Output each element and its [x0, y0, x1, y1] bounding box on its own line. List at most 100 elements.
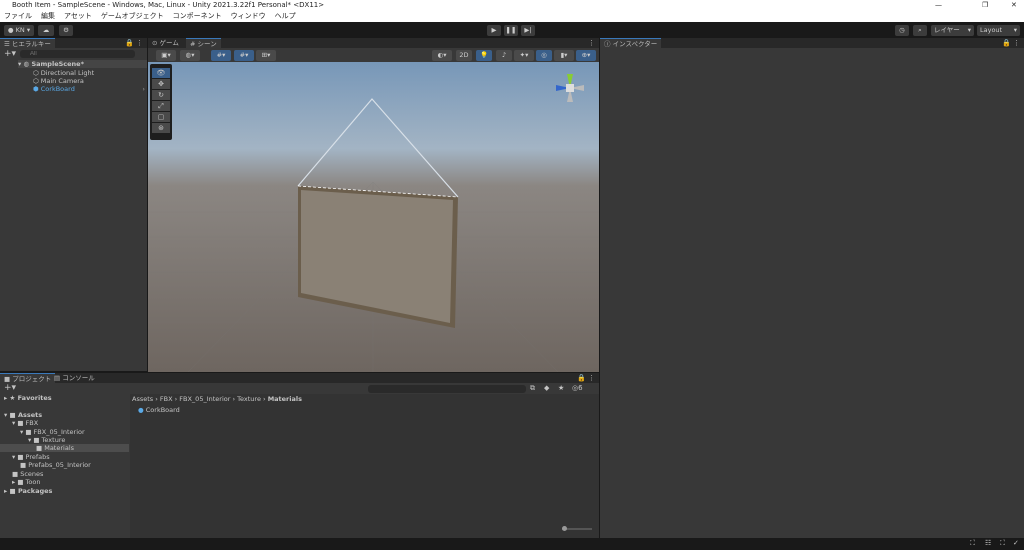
more-menu-icon[interactable]: 🔒 ⋮: [577, 374, 595, 382]
breadcrumb-item[interactable]: Texture: [237, 395, 261, 403]
prefab-icon: ⬢: [33, 85, 39, 93]
tab-scene-label: シーン: [197, 40, 217, 48]
search-icon[interactable]: ⌕: [913, 25, 927, 36]
breadcrumb-current[interactable]: Materials: [268, 395, 302, 403]
align-dropdown[interactable]: ⊞▾: [256, 50, 276, 61]
orientation-gizmo[interactable]: [548, 68, 592, 108]
tree-item[interactable]: ▾ ■ FBX_05_Interior: [20, 428, 85, 436]
layers-dropdown[interactable]: レイヤー ▾: [931, 25, 974, 36]
grid-snap-dropdown[interactable]: #▾: [211, 50, 231, 61]
breadcrumb-item[interactable]: FBX_05_Interior: [179, 395, 230, 403]
auto-generate-lighting-icon[interactable]: ⛶: [970, 539, 975, 548]
transform-tool-icon[interactable]: ⊛: [152, 123, 170, 133]
tree-item[interactable]: ▸ ■ Toon: [12, 478, 41, 486]
collab-gear-icon[interactable]: ⚙: [59, 25, 73, 36]
hidden-objects-icon[interactable]: ◎: [536, 50, 552, 61]
create-icon[interactable]: +▾: [4, 383, 16, 393]
scene-viewport[interactable]: 👁 ✥ ↻ ⤢ ▢ ⊛: [148, 62, 599, 372]
lighting-toggle-icon[interactable]: 💡: [476, 50, 492, 61]
menu-component[interactable]: コンポーネント: [173, 11, 222, 22]
step-button[interactable]: ▶|: [521, 25, 535, 36]
menu-help[interactable]: ヘルプ: [275, 11, 296, 22]
asset-item[interactable]: ● CorkBoard: [138, 406, 180, 414]
hierarchy-search-input[interactable]: [20, 50, 135, 58]
breadcrumb: Assets › FBX › FBX_05_Interior › Texture…: [132, 395, 302, 403]
history-icon[interactable]: ◷: [895, 25, 909, 36]
tree-item[interactable]: ■ Scenes: [12, 470, 43, 478]
more-menu-icon[interactable]: ⋮: [588, 39, 595, 47]
check-icon[interactable]: ✓: [1013, 539, 1019, 547]
inspector-tab-label: インスペクター: [612, 40, 658, 48]
global-dropdown[interactable]: ◍▾: [180, 50, 200, 61]
item-label: Main Camera: [40, 77, 84, 85]
layout-dropdown[interactable]: Layout ▾: [977, 25, 1020, 36]
folder-icon: ■: [20, 461, 29, 469]
menu-gameobject[interactable]: ゲームオブジェクト: [101, 11, 164, 22]
account-dropdown[interactable]: ● KN ▾: [4, 25, 34, 36]
search-type-icon[interactable]: ⧉: [530, 384, 535, 393]
scale-tool-icon[interactable]: ⤢: [152, 101, 170, 111]
hidden-packages-toggle[interactable]: ◎6: [572, 384, 583, 392]
breadcrumb-item[interactable]: Assets: [132, 395, 153, 403]
favorites-label: Favorites: [17, 394, 52, 402]
cache-server-icon[interactable]: ☷: [985, 539, 991, 547]
tab-project-label: プロジェクト: [12, 375, 52, 383]
tab-game[interactable]: ⊙ ゲーム: [148, 38, 183, 48]
maximize-button[interactable]: ❐: [982, 0, 988, 11]
play-button[interactable]: ▶: [487, 25, 501, 36]
tree-item[interactable]: ▾ ■ Texture: [28, 436, 65, 444]
tree-item[interactable]: ■ Prefabs_05_Interior: [20, 461, 91, 469]
tab-scene[interactable]: # シーン: [186, 38, 221, 48]
menu-assets[interactable]: アセット: [64, 11, 92, 22]
favorite-icon[interactable]: ★: [558, 384, 564, 392]
scene-geometry: [148, 98, 599, 372]
tab-project[interactable]: ■ プロジェクト: [0, 373, 56, 383]
tab-hierarchy[interactable]: ☰ ヒエラルキー: [0, 38, 55, 48]
project-search-input[interactable]: [368, 385, 526, 393]
breadcrumb-item[interactable]: FBX: [160, 395, 173, 403]
pause-button[interactable]: ❚❚: [504, 25, 518, 36]
label-filter-icon[interactable]: ◆: [544, 384, 549, 392]
hierarchy-item[interactable]: ⬡ Directional Light: [33, 69, 94, 77]
rect-tool-icon[interactable]: ▢: [152, 112, 170, 122]
menu-window[interactable]: ウィンドウ: [231, 11, 266, 22]
increment-snap-dropdown[interactable]: #▾: [234, 50, 254, 61]
scene-row[interactable]: ▾ ◍ SampleScene*: [18, 60, 147, 68]
tree-item[interactable]: ■ Materials: [0, 444, 129, 452]
tree-item-label: Assets: [17, 411, 43, 419]
effects-dropdown[interactable]: ✦▾: [514, 50, 534, 61]
tab-inspector[interactable]: ⓘ インスペクター: [600, 38, 662, 48]
tree-item[interactable]: ▾ ■ Prefabs: [12, 453, 50, 461]
gameobject-icon: ⬡: [33, 77, 39, 85]
tree-item[interactable]: ▾ ■ FBX: [12, 419, 38, 427]
audio-toggle-icon[interactable]: ♪: [496, 50, 512, 61]
debug-mode-icon[interactable]: ⛶: [1000, 539, 1005, 548]
shading-dropdown[interactable]: ◐▾: [432, 50, 452, 61]
hierarchy-item[interactable]: ⬢ CorkBoard ›: [33, 85, 147, 93]
tab-console[interactable]: ▤ コンソール: [50, 373, 99, 383]
view-tool-icon[interactable]: 👁: [152, 68, 170, 78]
favorites-item[interactable]: ▸ ★ Favorites: [4, 394, 52, 402]
close-button[interactable]: ✕: [1011, 0, 1017, 11]
2d-toggle[interactable]: 2D: [456, 50, 472, 61]
cloud-icon[interactable]: ☁: [38, 25, 54, 36]
menu-file[interactable]: ファイル: [4, 11, 32, 22]
tree-item-label: FBX_05_Interior: [33, 428, 85, 436]
material-icon: ●: [138, 406, 144, 414]
rotate-tool-icon[interactable]: ↻: [152, 90, 170, 100]
icon-size-slider[interactable]: [562, 526, 592, 531]
camera-dropdown[interactable]: ▮▾: [554, 50, 574, 61]
scene-tab-header: ⊙ ゲーム # シーン ⋮: [148, 38, 599, 48]
move-tool-icon[interactable]: ✥: [152, 79, 170, 89]
minimize-button[interactable]: —: [935, 0, 942, 11]
menu-edit[interactable]: 編集: [41, 11, 55, 22]
more-menu-icon[interactable]: 🔒 ⋮: [125, 39, 143, 47]
add-icon[interactable]: +▾: [4, 49, 16, 59]
gameobject-icon: ⬡: [33, 69, 39, 77]
gizmos-dropdown[interactable]: ⊕▾: [576, 50, 596, 61]
hierarchy-item[interactable]: ⬡ Main Camera: [33, 77, 84, 85]
tree-item[interactable]: ▸ ■ Packages: [4, 487, 52, 495]
draw-mode-dropdown[interactable]: ▣▾: [156, 50, 176, 61]
lock-icon[interactable]: 🔒 ⋮: [1002, 39, 1020, 47]
tree-item[interactable]: ▾ ■ Assets: [4, 411, 42, 419]
